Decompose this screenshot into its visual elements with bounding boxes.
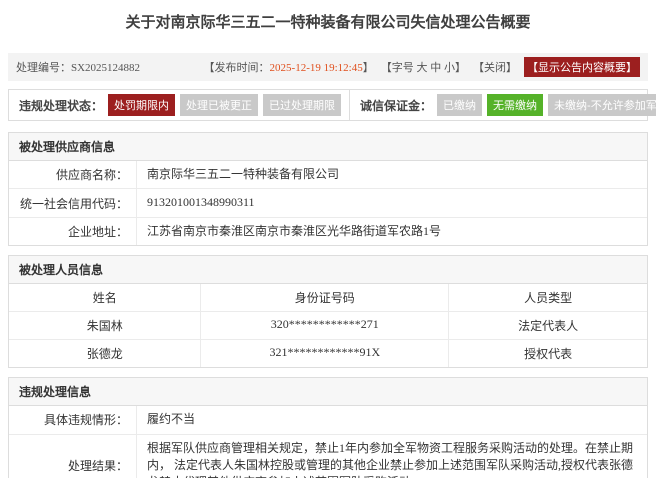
process-number-label: 处理编号： xyxy=(16,62,71,74)
font-size-label: 【字号 xyxy=(381,62,414,74)
page-title: 关于对南京际华三五二一特种装备有限公司失信处理公告概要 xyxy=(0,0,656,41)
table-row: 企业地址： 江苏省南京市秦淮区南京市秦淮区光华路街道军农路1号 xyxy=(9,218,647,245)
violation-info-section: 违规处理信息 具体违规情形： 履约不当 处理结果： 根据军队供应商管理相关规定，… xyxy=(8,377,648,478)
show-summary-button[interactable]: 【显示公告内容概要】 xyxy=(524,57,640,77)
person-name: 朱国林 xyxy=(9,312,200,339)
personnel-section-title: 被处理人员信息 xyxy=(9,256,647,284)
row-value: 履约不当 xyxy=(137,406,647,433)
table-row: 处理结果： 根据军队供应商管理相关规定，禁止1年内参加全军物资工程服务采购活动的… xyxy=(9,435,647,478)
deposit-status-badge: 无需缴纳 xyxy=(487,94,543,116)
violation-section-title: 违规处理信息 xyxy=(9,378,647,406)
supplier-rows: 供应商名称： 南京际华三五二一特种装备有限公司 统一社会信用代码： 913201… xyxy=(9,161,647,245)
font-size-suffix: 】 xyxy=(455,62,466,74)
row-label: 统一社会信用代码： xyxy=(9,189,137,216)
table-row: 张德龙 321************91X 授权代表 xyxy=(9,340,647,367)
violation-status-cell: 违规处理状态： 处罚期限内处理已被更正已过处理期限 xyxy=(9,90,349,120)
deposit-status-label: 诚信保证金： xyxy=(360,97,432,114)
row-value: 江苏省南京市秦淮区南京市秦淮区光华路街道军农路1号 xyxy=(137,218,647,245)
publish-time: 【发布时间：2025-12-19 19:12:45】 xyxy=(204,59,374,75)
personnel-info-section: 被处理人员信息 姓名 身份证号码 人员类型 朱国林 320***********… xyxy=(8,255,648,368)
deposit-status-badge: 已缴纳 xyxy=(437,94,482,116)
row-value: 根据军队供应商管理相关规定，禁止1年内参加全军物资工程服务采购活动的处理。在禁止… xyxy=(137,435,647,478)
column-header-name: 姓名 xyxy=(9,284,200,311)
font-size-control: 【字号 大 中 小】 xyxy=(381,59,466,75)
close-button[interactable]: 【关闭】 xyxy=(473,59,517,75)
row-label: 处理结果： xyxy=(9,435,137,478)
table-row: 朱国林 320************271 法定代表人 xyxy=(9,312,647,340)
table-row: 具体违规情形： 履约不当 xyxy=(9,406,647,434)
meta-bar: 处理编号：SX2025124882 【发布时间：2025-12-19 19:12… xyxy=(8,53,648,81)
violation-status-label: 违规处理状态： xyxy=(19,97,103,114)
font-size-small[interactable]: 小 xyxy=(444,62,455,74)
row-value: 南京际华三五二一特种装备有限公司 xyxy=(137,161,647,188)
status-row: 违规处理状态： 处罚期限内处理已被更正已过处理期限 诚信保证金： 已缴纳无需缴纳… xyxy=(8,89,648,121)
deposit-status-badge: 未缴纳-不允许参加军队采购活动 xyxy=(548,94,656,116)
font-size-large[interactable]: 大 xyxy=(417,62,428,74)
process-number-value: SX2025124882 xyxy=(71,62,140,74)
violation-rows: 具体违规情形： 履约不当 处理结果： 根据军队供应商管理相关规定，禁止1年内参加… xyxy=(9,406,647,478)
person-type: 法定代表人 xyxy=(449,312,647,339)
deposit-status-cell: 诚信保证金： 已缴纳无需缴纳未缴纳-不允许参加军队采购活动 xyxy=(349,90,656,120)
column-header-person-type: 人员类型 xyxy=(449,284,647,311)
row-label: 企业地址： xyxy=(9,218,137,245)
row-label: 供应商名称： xyxy=(9,161,137,188)
violation-status-badge: 处理已被更正 xyxy=(180,94,258,116)
process-number: 处理编号：SX2025124882 xyxy=(16,59,140,75)
person-id-number: 321************91X xyxy=(200,340,449,367)
person-id-number: 320************271 xyxy=(200,312,449,339)
violation-status-badge: 已过处理期限 xyxy=(263,94,341,116)
table-row: 统一社会信用代码： 913201001348990311 xyxy=(9,189,647,217)
person-type: 授权代表 xyxy=(449,340,647,367)
publish-time-value: 2025-12-19 19:12:45 xyxy=(270,62,363,74)
supplier-section-title: 被处理供应商信息 xyxy=(9,133,647,161)
row-label: 具体违规情形： xyxy=(9,406,137,433)
personnel-rows: 朱国林 320************271 法定代表人 张德龙 321****… xyxy=(9,312,647,367)
font-size-medium[interactable]: 中 xyxy=(430,62,441,74)
personnel-table-header: 姓名 身份证号码 人员类型 xyxy=(9,284,647,312)
supplier-info-section: 被处理供应商信息 供应商名称： 南京际华三五二一特种装备有限公司 统一社会信用代… xyxy=(8,132,648,246)
person-name: 张德龙 xyxy=(9,340,200,367)
meta-actions: 【发布时间：2025-12-19 19:12:45】 【字号 大 中 小】 【关… xyxy=(204,57,640,77)
publish-time-suffix: 】 xyxy=(363,62,374,74)
column-header-id-number: 身份证号码 xyxy=(200,284,449,311)
publish-time-prefix: 【发布时间： xyxy=(204,62,270,74)
table-row: 供应商名称： 南京际华三五二一特种装备有限公司 xyxy=(9,161,647,189)
violation-status-badge: 处罚期限内 xyxy=(108,94,175,116)
row-value: 913201001348990311 xyxy=(137,189,647,216)
